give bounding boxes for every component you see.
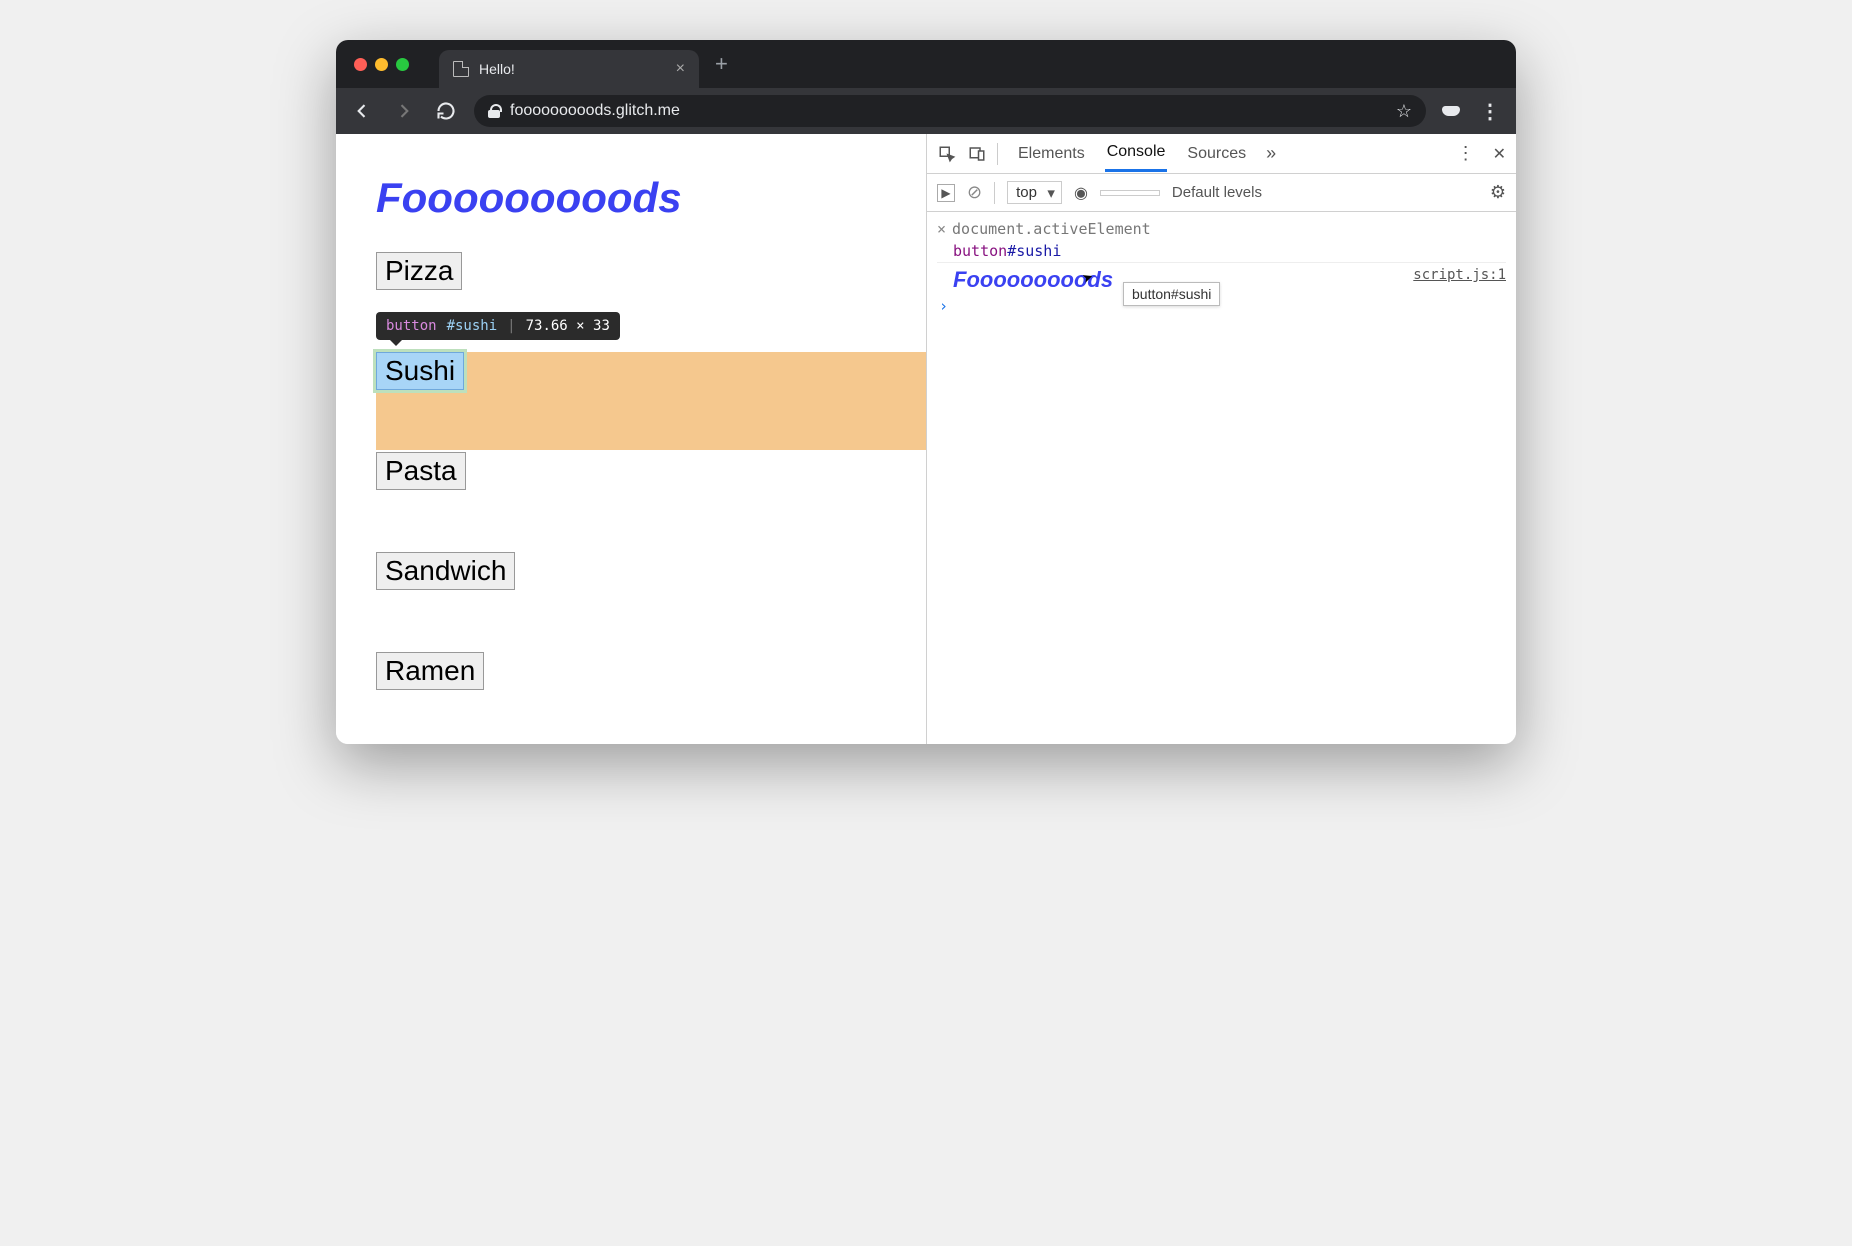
inspect-element-icon[interactable] <box>937 144 957 164</box>
log-source-link[interactable]: script.js:1 <box>1413 267 1506 283</box>
console-result[interactable]: button#sushi <box>953 242 1061 260</box>
console-prompt-icon[interactable]: › <box>937 297 948 315</box>
devtools-close-button[interactable] <box>1493 144 1506 164</box>
more-tabs-button[interactable] <box>1266 143 1276 164</box>
food-button-ramen[interactable]: Ramen <box>376 652 484 690</box>
devtools-tab-console[interactable]: Console <box>1105 135 1168 172</box>
forward-button[interactable] <box>390 97 418 125</box>
content-area: Fooooooooods Pizza button#sushi|73.66 × 3… <box>336 134 1516 744</box>
devtools-tab-elements[interactable]: Elements <box>1016 137 1087 171</box>
context-selector[interactable]: top <box>1007 181 1062 204</box>
foods-list: Pizza button#sushi|73.66 × 33Sushi Pasta Sa… <box>376 252 886 744</box>
log-levels-selector[interactable]: Default levels <box>1172 184 1262 201</box>
food-item: Pizza <box>376 252 886 290</box>
element-hover-tooltip: button#sushi <box>1123 282 1220 306</box>
window-controls <box>354 58 409 71</box>
browser-window: Hello! × + fooooooooods.glitch.me Fooooo… <box>336 40 1516 744</box>
close-window-button[interactable] <box>354 58 367 71</box>
filter-input[interactable] <box>1100 190 1160 196</box>
clear-console-icon[interactable] <box>967 182 982 203</box>
address-bar: fooooooooods.glitch.me <box>336 88 1516 134</box>
tooltip-dims: 73.66 × 33 <box>526 318 610 334</box>
lock-icon <box>488 104 500 118</box>
food-item: Ramen <box>376 652 886 690</box>
food-item: Sandwich <box>376 552 886 590</box>
devtools-panel: Elements Console Sources top Default lev… <box>926 134 1516 744</box>
back-button[interactable] <box>348 97 376 125</box>
omnibox[interactable]: fooooooooods.glitch.me <box>474 95 1426 127</box>
food-button-sandwich[interactable]: Sandwich <box>376 552 515 590</box>
minimize-window-button[interactable] <box>375 58 388 71</box>
live-expression-icon[interactable] <box>1074 183 1088 203</box>
console-input-echo: document.activeElement <box>952 220 1151 238</box>
tab-title: Hello! <box>479 61 515 77</box>
url-text: fooooooooods.glitch.me <box>510 102 680 120</box>
web-page: Fooooooooods Pizza button#sushi|73.66 × 3… <box>336 134 926 744</box>
browser-tab[interactable]: Hello! × <box>439 50 699 88</box>
browser-menu-button[interactable] <box>1476 97 1504 125</box>
food-button-pizza[interactable]: Pizza <box>376 252 462 290</box>
devtools-tab-sources[interactable]: Sources <box>1185 137 1248 171</box>
incognito-icon[interactable] <box>1440 100 1462 122</box>
console-settings-icon[interactable] <box>1490 182 1506 203</box>
execute-icon[interactable] <box>937 184 955 202</box>
food-button-pasta[interactable]: Pasta <box>376 452 466 490</box>
food-item: Pasta <box>376 452 886 490</box>
maximize-window-button[interactable] <box>396 58 409 71</box>
devtools-menu-button[interactable] <box>1457 143 1475 164</box>
bookmark-star-icon[interactable] <box>1396 101 1412 122</box>
page-file-icon <box>453 61 469 77</box>
new-tab-button[interactable]: + <box>715 51 728 77</box>
titlebar: Hello! × + <box>336 40 1516 88</box>
dismiss-log-icon[interactable]: × <box>937 220 946 238</box>
tooltip-tag: button <box>386 318 437 334</box>
inspect-tooltip: button#sushi|73.66 × 33 <box>376 312 620 340</box>
food-item: button#sushi|73.66 × 33Sushi <box>376 352 886 390</box>
devtools-tabs: Elements Console Sources <box>927 134 1516 174</box>
food-button-sushi[interactable]: Sushi <box>376 352 464 390</box>
device-toolbar-icon[interactable] <box>967 144 987 164</box>
close-tab-button[interactable]: × <box>676 60 685 78</box>
page-heading: Fooooooooods <box>376 174 886 222</box>
console-output: × document.activeElement button#sushi ➤ … <box>927 212 1516 744</box>
tooltip-id: #sushi <box>447 318 498 334</box>
reload-button[interactable] <box>432 97 460 125</box>
console-toolbar: top Default levels <box>927 174 1516 212</box>
